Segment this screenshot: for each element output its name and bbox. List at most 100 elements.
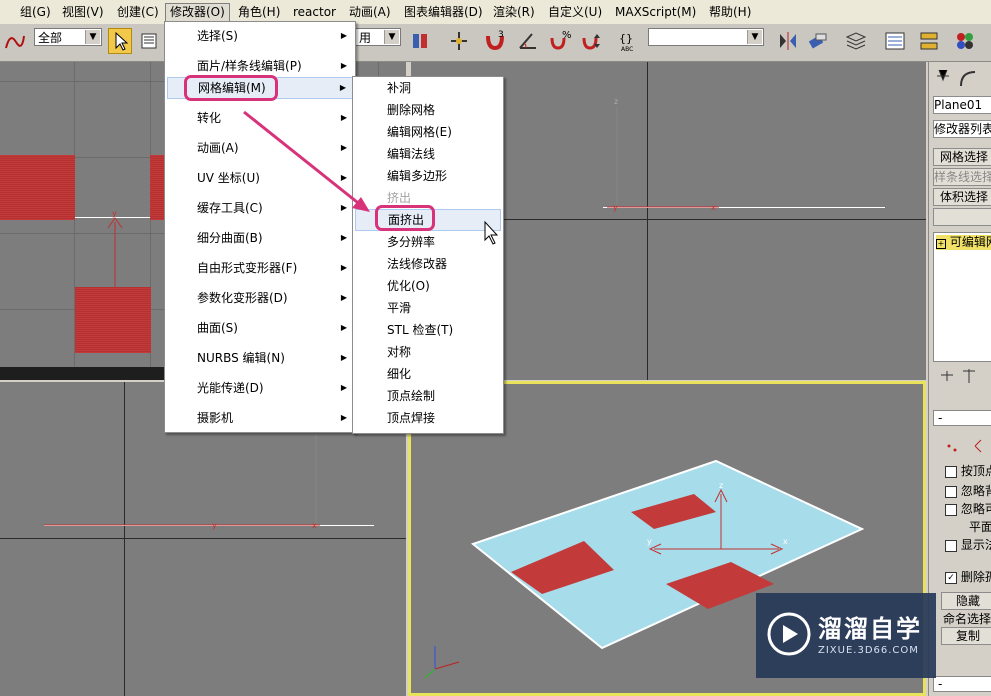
- menu-item-cache-tools[interactable]: 缓存工具(C) ▶: [167, 197, 353, 219]
- menu-item-radiosity[interactable]: 光能传递(D) ▶: [167, 377, 353, 399]
- svg-text:x: x: [783, 537, 788, 546]
- submenu-tessellate[interactable]: 细化: [355, 363, 501, 385]
- submenu-smooth[interactable]: 平滑: [355, 297, 501, 319]
- chk-delete-isolated[interactable]: ✓ 删除孤立顶点: [945, 568, 991, 585]
- menu-item-conversion[interactable]: 转化 ▶: [167, 107, 353, 129]
- subobject-icons[interactable]: [945, 436, 991, 456]
- menu-rendering[interactable]: 渲染(R): [489, 3, 539, 21]
- menu-graph-editors[interactable]: 图表编辑器(D): [400, 3, 487, 21]
- selection-filter-dropdown[interactable]: 全部 ▼: [34, 28, 102, 46]
- spline-select-button[interactable]: 样条线选择: [933, 168, 991, 186]
- submenu-arrow-icon: ▶: [340, 383, 347, 392]
- svg-text:x: x: [312, 521, 317, 530]
- annotation-circle: [184, 75, 278, 101]
- menu-bar: 组(G) 视图(V) 创建(C) 修改器(O) 角色(H) reactor 动画…: [0, 0, 991, 25]
- bind-space-warp-icon[interactable]: [2, 28, 26, 54]
- watermark-title: 溜溜自学: [818, 615, 922, 643]
- menu-item-subdivision[interactable]: 细分曲面(B) ▶: [167, 227, 353, 249]
- menu-reactor[interactable]: reactor: [289, 3, 340, 21]
- angle-snap-icon[interactable]: [516, 28, 540, 54]
- annotation-circle: [375, 205, 435, 231]
- menu-item-selection[interactable]: 选择(S) ▶: [167, 25, 353, 47]
- svg-text:y: y: [112, 209, 117, 218]
- watermark: 溜溜自学 ZIXUE.3D66.COM: [756, 593, 936, 678]
- layer-manager-icon[interactable]: [844, 28, 868, 54]
- menu-character[interactable]: 角色(H): [234, 3, 284, 21]
- svg-text:x: x: [711, 203, 716, 212]
- submenu-symmetry[interactable]: 对称: [355, 341, 501, 363]
- svg-text:3: 3: [498, 30, 504, 40]
- menu-item-patch-spline[interactable]: 面片/样条线编辑(P) ▶: [167, 55, 353, 77]
- schematic-view-icon[interactable]: [917, 28, 941, 54]
- menu-item-surface[interactable]: 曲面(S) ▶: [167, 317, 353, 339]
- pivot-center-icon[interactable]: [408, 28, 432, 54]
- submenu-edit-mesh[interactable]: 编辑网格(E): [355, 121, 501, 143]
- menu-views[interactable]: 视图(V): [58, 3, 108, 21]
- menu-item-camera[interactable]: 摄影机 ▶: [167, 407, 353, 429]
- volume-select-button[interactable]: 体积选择: [933, 188, 991, 206]
- submenu-delete-mesh[interactable]: 删除网格: [355, 99, 501, 121]
- manipulate-icon[interactable]: [447, 28, 471, 54]
- submenu-optimize[interactable]: 优化(O): [355, 275, 501, 297]
- rollout-header-2[interactable]: -: [933, 676, 991, 692]
- copy-button[interactable]: 复制: [941, 627, 991, 645]
- expand-plus-icon[interactable]: +: [936, 239, 946, 249]
- material-editor-icon[interactable]: [953, 28, 977, 54]
- svg-text:y: y: [212, 521, 217, 530]
- submenu-edit-normals[interactable]: 编辑法线: [355, 143, 501, 165]
- submenu-arrow-icon: ▶: [339, 83, 346, 92]
- menu-create[interactable]: 创建(C): [113, 3, 163, 21]
- chk-ignore-visible[interactable]: 忽略可见边: [945, 500, 991, 517]
- chevron-down-icon: ▼: [85, 30, 100, 44]
- menu-item-parametric[interactable]: 参数化变形器(D) ▶: [167, 287, 353, 309]
- menu-customize[interactable]: 自定义(U): [544, 3, 606, 21]
- submenu-normal-modifier[interactable]: 法线修改器: [355, 253, 501, 275]
- snap-3d-icon[interactable]: 3: [483, 28, 507, 54]
- chk-by-vertex[interactable]: 按顶点: [945, 462, 991, 479]
- modifier-stack[interactable]: + 可编辑网格: [933, 232, 991, 362]
- chk-ignore-back[interactable]: 忽略背面: [945, 482, 991, 499]
- select-object-icon[interactable]: [108, 28, 132, 54]
- rollout-header[interactable]: -: [933, 410, 991, 426]
- submenu-arrow-icon: ▶: [340, 233, 347, 242]
- select-by-name-icon[interactable]: [138, 28, 162, 54]
- reference-coord-dropdown[interactable]: 用 ▼: [355, 28, 401, 46]
- stack-tools[interactable]: [933, 365, 991, 387]
- stack-item[interactable]: + 可编辑网格: [936, 235, 991, 250]
- hide-button[interactable]: 隐藏: [941, 592, 991, 610]
- object-name-field[interactable]: Plane01: [933, 96, 991, 114]
- svg-text:%: %: [562, 30, 572, 41]
- menu-modifiers[interactable]: 修改器(O): [165, 3, 230, 23]
- submenu-arrow-icon: ▶: [340, 203, 347, 212]
- menu-item-nurbs[interactable]: NURBS 编辑(N) ▶: [167, 347, 353, 369]
- menu-maxscript[interactable]: MAXScript(M): [611, 3, 700, 21]
- submenu-edit-poly[interactable]: 编辑多边形: [355, 165, 501, 187]
- menu-item-ffd[interactable]: 自由形式变形器(F) ▶: [167, 257, 353, 279]
- percent-snap-icon[interactable]: %: [548, 28, 572, 54]
- menu-item-animation[interactable]: 动画(A) ▶: [167, 137, 353, 159]
- menu-item-uv-coords[interactable]: UV 坐标(U) ▶: [167, 167, 353, 189]
- menu-animation[interactable]: 动画(A): [345, 3, 395, 21]
- submenu-cap-holes[interactable]: 补洞: [355, 77, 501, 99]
- empty-button[interactable]: [933, 208, 991, 226]
- svg-text:y: y: [613, 203, 618, 212]
- named-selection-dropdown[interactable]: ▼: [648, 28, 764, 46]
- align-icon[interactable]: [806, 28, 830, 54]
- submenu-stl-check[interactable]: STL 检查(T): [355, 319, 501, 341]
- curve-editor-icon[interactable]: [883, 28, 907, 54]
- panel-tabs[interactable]: [933, 66, 989, 90]
- mesh-select-button[interactable]: 网格选择: [933, 148, 991, 166]
- spinner-snap-icon[interactable]: [580, 28, 604, 54]
- submenu-arrow-icon: ▶: [340, 113, 347, 122]
- mirror-icon[interactable]: [776, 28, 800, 54]
- chk-show-normals[interactable]: 显示法线: [945, 536, 991, 553]
- menu-help[interactable]: 帮助(H): [705, 3, 755, 21]
- submenu-vertex-paint[interactable]: 顶点绘制: [355, 385, 501, 407]
- edit-named-selection-icon[interactable]: {} ABC: [618, 28, 642, 54]
- menu-group[interactable]: 组(G): [16, 3, 55, 21]
- modifier-list-dropdown[interactable]: 修改器列表: [933, 120, 991, 138]
- submenu-arrow-icon: ▶: [340, 61, 347, 70]
- submenu-multires[interactable]: 多分辨率: [355, 231, 501, 253]
- submenu-arrow-icon: ▶: [340, 263, 347, 272]
- submenu-vertex-weld[interactable]: 顶点焊接: [355, 407, 501, 429]
